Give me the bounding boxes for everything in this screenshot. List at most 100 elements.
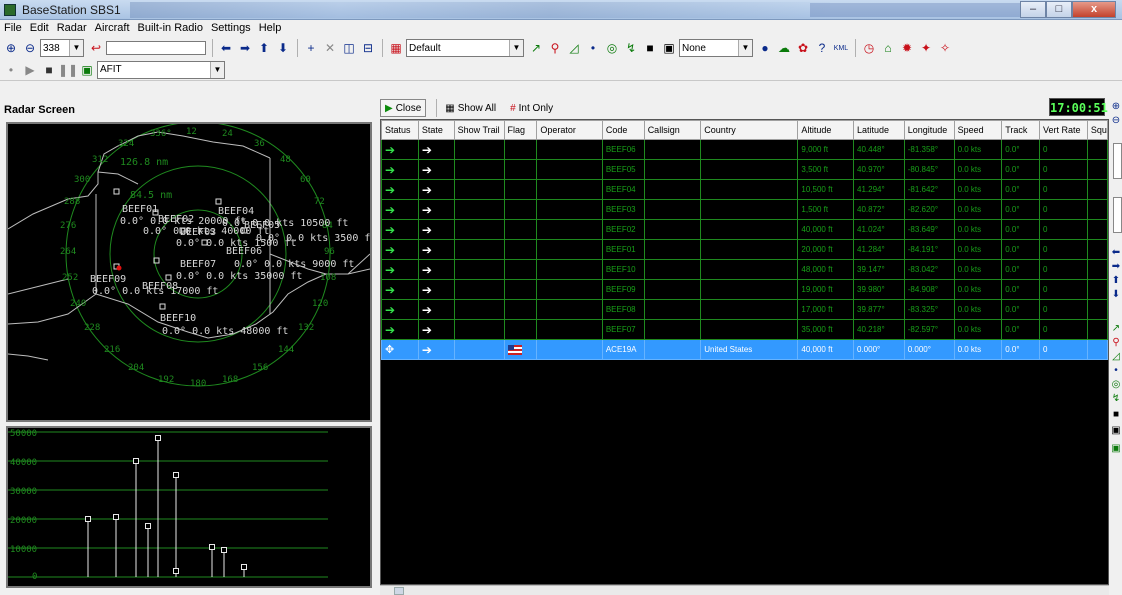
point-icon[interactable]: • (584, 39, 602, 57)
alert-icon[interactable]: ✹ (898, 39, 916, 57)
column-header-track[interactable]: Track (1001, 120, 1040, 140)
horizontal-scrollbar[interactable] (380, 585, 1109, 595)
stop-icon[interactable]: ■ (641, 39, 659, 57)
stop-playback-icon[interactable]: ■ (40, 61, 58, 79)
remove-icon[interactable]: ✕ (321, 39, 339, 57)
close-list-button[interactable]: ▶ Close (380, 99, 427, 117)
add-icon[interactable]: + (302, 39, 320, 57)
overlay-select[interactable]: None ▼ (679, 39, 753, 57)
split-horizontal-icon[interactable]: ⊟ (359, 39, 377, 57)
column-header-show-trail[interactable]: Show Trail (453, 120, 505, 140)
route-icon[interactable]: ↯ (622, 39, 640, 57)
grid-icon[interactable]: ▣ (660, 39, 678, 57)
column-header-flag[interactable]: Flag (503, 120, 538, 140)
grid-icon[interactable]: ▣ (1111, 425, 1121, 436)
play-icon[interactable]: ▶ (21, 61, 39, 79)
int-only-button[interactable]: # Int Only (506, 99, 557, 117)
route-icon[interactable]: ↯ (1111, 393, 1121, 404)
zoom-out-icon[interactable]: ⊖ (1111, 115, 1121, 126)
menu-edit[interactable]: Edit (30, 22, 49, 34)
table-row[interactable]: ➔ ➔ BEEF09 19,000 ft 39.980° -84.908° 0.… (381, 279, 1108, 300)
stop-icon[interactable]: ■ (1111, 409, 1121, 420)
radar-screen[interactable]: 12 336° 324 312 300 288 276 264 252 240 … (6, 122, 372, 422)
filter-icon[interactable]: ▣ (1111, 443, 1121, 454)
column-header-speed[interactable]: Speed (953, 120, 1003, 140)
undo-icon[interactable]: ↩ (87, 39, 105, 57)
table-row[interactable]: ➔ ➔ BEEF03 1,500 ft 40.872° -82.620° 0.0… (381, 199, 1108, 220)
minimize-button[interactable]: – (1020, 1, 1046, 18)
column-header-vert-rate[interactable]: Vert Rate (1039, 120, 1088, 140)
column-header-latitude[interactable]: Latitude (853, 120, 905, 140)
trail-icon[interactable]: ↗ (1111, 323, 1121, 334)
column-header-state[interactable]: State (417, 120, 455, 140)
table-row[interactable]: ➔ ➔ BEEF08 17,000 ft 39.877° -83.325° 0.… (381, 299, 1108, 320)
column-header-country[interactable]: Country (700, 120, 799, 140)
show-trail-cell[interactable] (453, 339, 505, 360)
airport-icon[interactable]: ⚲ (546, 39, 564, 57)
menu-radar[interactable]: Radar (57, 22, 87, 34)
pan-right-icon[interactable]: ➡ (236, 39, 254, 57)
show-all-button[interactable]: ▦ Show All (441, 99, 500, 117)
pan-left-icon[interactable]: ⬅ (1111, 247, 1121, 258)
zoom-out-icon[interactable]: ⊖ (21, 39, 39, 57)
filter-icon[interactable]: ▣ (78, 61, 96, 79)
layout-icon[interactable]: ▦ (387, 39, 405, 57)
zoom-in-icon[interactable]: ⊕ (1111, 101, 1121, 112)
column-header-status[interactable]: Status (381, 120, 419, 140)
clock-icon[interactable]: ◷ (860, 39, 878, 57)
column-header-longitude[interactable]: Longitude (903, 120, 955, 140)
filter-select[interactable]: AFIT ▼ (97, 60, 225, 79)
chart-icon[interactable]: ◿ (565, 39, 583, 57)
table-row[interactable]: ➔ ➔ BEEF02 40,000 ft 41.024° -83.649° 0.… (381, 219, 1108, 240)
aircraft-list[interactable]: Status State Show Trail Flag Operator Co… (380, 119, 1109, 585)
pause-icon[interactable]: ❚❚ (58, 61, 78, 79)
column-header-operator[interactable]: Operator (536, 120, 603, 140)
table-row[interactable]: ➔ ➔ BEEF05 3,500 ft 40.970° -80.845° 0.0… (381, 159, 1108, 180)
table-row[interactable]: ➔ ➔ BEEF01 20,000 ft 41.284° -84.191° 0.… (381, 239, 1108, 260)
column-header-code[interactable]: Code (601, 120, 645, 140)
show-trail-cell[interactable] (453, 159, 505, 180)
show-trail-cell[interactable] (453, 139, 505, 160)
rings-icon[interactable]: ◎ (1111, 379, 1121, 390)
column-header-squawk[interactable]: Squ (1086, 120, 1108, 140)
menu-aircraft[interactable]: Aircraft (95, 22, 130, 34)
column-header-altitude[interactable]: Altitude (797, 120, 854, 140)
zoom-select[interactable]: 338 ▼ (40, 39, 84, 57)
show-trail-cell[interactable] (453, 239, 505, 260)
weather-icon[interactable]: ☁ (775, 39, 793, 57)
show-trail-cell[interactable] (453, 179, 505, 200)
show-trail-cell[interactable] (453, 299, 505, 320)
menu-file[interactable]: File (4, 22, 22, 34)
close-window-button[interactable]: x (1072, 1, 1116, 18)
kml-icon[interactable]: KML (832, 39, 850, 57)
show-trail-cell[interactable] (453, 219, 505, 240)
point-icon[interactable]: • (1111, 365, 1121, 376)
radio-icon[interactable]: ✿ (794, 39, 812, 57)
table-row[interactable]: ➔ ➔ BEEF06 9,000 ft 40.448° -81.358° 0.0… (381, 139, 1108, 160)
scrollbar-thumb[interactable] (394, 587, 404, 595)
maximize-button[interactable]: □ (1046, 1, 1072, 18)
table-row[interactable]: ➔ ➔ BEEF07 35,000 ft 40.218° -82.597° 0.… (381, 319, 1108, 340)
airport-icon[interactable]: ⚲ (1111, 337, 1121, 348)
pan-down-icon[interactable]: ⬇ (274, 39, 292, 57)
show-trail-cell[interactable] (453, 259, 505, 280)
help-icon[interactable]: ? (813, 39, 831, 57)
pan-up-icon[interactable]: ⬆ (1111, 275, 1121, 286)
plugin-icon[interactable]: ✧ (936, 39, 954, 57)
menu-settings[interactable]: Settings (211, 22, 251, 34)
pan-left-icon[interactable]: ⬅ (217, 39, 235, 57)
table-row[interactable]: ➔ ➔ BEEF10 48,000 ft 39.147° -83.042° 0.… (381, 259, 1108, 280)
sound-icon[interactable]: ✦ (917, 39, 935, 57)
trail-icon[interactable]: ↗ (527, 39, 545, 57)
pan-up-icon[interactable]: ⬆ (255, 39, 273, 57)
chart-icon[interactable]: ◿ (1111, 351, 1121, 362)
profile-select[interactable]: Default ▼ (406, 39, 524, 57)
range-slider[interactable] (106, 41, 206, 55)
show-trail-cell[interactable] (453, 319, 505, 340)
pan-down-icon[interactable]: ⬇ (1111, 289, 1121, 300)
menu-built-in-radio[interactable]: Built-in Radio (138, 22, 203, 34)
globe-icon[interactable]: ● (756, 39, 774, 57)
column-header-callsign[interactable]: Callsign (643, 120, 702, 140)
table-row[interactable]: ➔ ➔ BEEF04 10,500 ft 41.294° -81.642° 0.… (381, 179, 1108, 200)
record-icon[interactable]: • (2, 61, 20, 79)
